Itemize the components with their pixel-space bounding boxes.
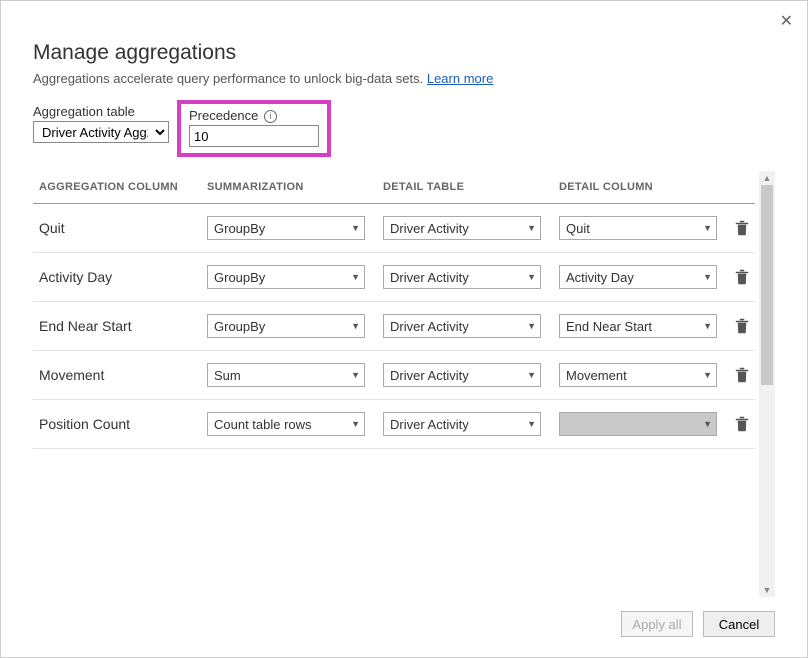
table-row: End Near StartGroupBy▼Driver Activity▼En… [33,302,755,351]
table-row: Activity DayGroupBy▼Driver Activity▼Acti… [33,253,755,302]
dialog-title: Manage aggregations [33,41,775,65]
precedence-highlight: Precedence i [177,100,331,157]
summarization-select-value: GroupBy [214,270,265,285]
close-icon[interactable]: ✕ [780,11,793,31]
chevron-down-icon: ▼ [703,419,712,429]
cancel-button[interactable]: Cancel [703,611,775,637]
chevron-down-icon: ▼ [703,321,712,331]
detail-column-select-value: Quit [566,221,590,236]
chevron-down-icon: ▼ [527,419,536,429]
detail-column-select-value: End Near Start [566,319,652,334]
scroll-down-icon[interactable]: ▼ [759,583,775,597]
precedence-label: Precedence i [189,108,319,123]
detail-column-select-value: Activity Day [566,270,634,285]
agg-column-name: Activity Day [33,253,201,302]
detail-column-select[interactable]: Activity Day ▼ [559,265,717,289]
detail-table-select-value: Driver Activity [390,270,469,285]
table-row: Position CountCount table rows▼Driver Ac… [33,400,755,449]
chevron-down-icon: ▼ [351,419,360,429]
detail-table-select-value: Driver Activity [390,319,469,334]
detail-column-select[interactable]: Quit ▼ [559,216,717,240]
chevron-down-icon: ▼ [703,272,712,282]
aggregations-table-area: AGGREGATION COLUMN SUMMARIZATION DETAIL … [33,171,775,597]
summarization-select[interactable]: GroupBy ▼ [207,314,365,338]
manage-aggregations-dialog: ✕ Manage aggregations Aggregations accel… [1,1,807,657]
scroll-up-icon[interactable]: ▲ [759,171,775,185]
aggregation-table-select[interactable]: Driver Activity Agg2 [33,121,169,143]
dialog-subtitle: Aggregations accelerate query performanc… [33,71,775,86]
summarization-select[interactable]: Sum ▼ [207,363,365,387]
agg-column-name: Movement [33,351,201,400]
chevron-down-icon: ▼ [351,321,360,331]
summarization-select-value: GroupBy [214,319,265,334]
header-detail-table: DETAIL TABLE [377,171,553,204]
chevron-down-icon: ▼ [351,272,360,282]
summarization-select[interactable]: Count table rows ▼ [207,412,365,436]
chevron-down-icon: ▼ [527,321,536,331]
delete-icon[interactable] [735,269,749,285]
summarization-select-value: GroupBy [214,221,265,236]
aggregations-table: AGGREGATION COLUMN SUMMARIZATION DETAIL … [33,171,755,449]
chevron-down-icon: ▼ [527,223,536,233]
header-agg-column: AGGREGATION COLUMN [33,171,201,204]
aggregation-table-label: Aggregation table [33,104,169,119]
detail-table-select-value: Driver Activity [390,368,469,383]
detail-table-select[interactable]: Driver Activity ▼ [383,216,541,240]
table-row: Movement Sum ▼ Driver Activity ▼ Movement ▼ [33,351,755,400]
delete-icon[interactable] [735,220,749,236]
summarization-select[interactable]: GroupBy ▼ [207,265,365,289]
summarization-select-value: Count table rows [214,417,312,432]
scroll-thumb[interactable] [761,185,773,385]
apply-all-button[interactable]: Apply all [621,611,693,637]
detail-table-select-value: Driver Activity [390,417,469,432]
delete-icon[interactable] [735,416,749,432]
detail-table-select[interactable]: Driver Activity ▼ [383,265,541,289]
chevron-down-icon: ▼ [351,370,360,380]
summarization-select[interactable]: GroupBy ▼ [207,216,365,240]
detail-column-select[interactable]: End Near Start ▼ [559,314,717,338]
chevron-down-icon: ▼ [527,272,536,282]
delete-icon[interactable] [735,318,749,334]
agg-column-name: Quit [33,204,201,253]
header-summarization: SUMMARIZATION [201,171,377,204]
controls-row: Aggregation table Driver Activity Agg2 P… [33,104,775,157]
detail-table-select[interactable]: Driver Activity ▼ [383,412,541,436]
subtitle-text: Aggregations accelerate query performanc… [33,71,427,86]
detail-table-select-value: Driver Activity [390,221,469,236]
chevron-down-icon: ▼ [703,223,712,233]
chevron-down-icon: ▼ [703,370,712,380]
detail-table-select[interactable]: Driver Activity ▼ [383,363,541,387]
learn-more-link[interactable]: Learn more [427,71,493,86]
dialog-footer: Apply all Cancel [33,597,775,637]
detail-column-select[interactable]: ▼ [559,412,717,436]
scrollbar[interactable]: ▲ ▼ [759,171,775,597]
delete-icon[interactable] [735,367,749,383]
detail-column-select-value: Movement [566,368,627,383]
detail-table-select[interactable]: Driver Activity ▼ [383,314,541,338]
header-detail-column: DETAIL COLUMN [553,171,729,204]
info-icon[interactable]: i [264,110,277,123]
summarization-select-value: Sum [214,368,241,383]
chevron-down-icon: ▼ [527,370,536,380]
agg-column-name: End Near Start [33,302,201,351]
detail-column-select[interactable]: Movement ▼ [559,363,717,387]
aggregation-table-group: Aggregation table Driver Activity Agg2 [33,104,169,143]
chevron-down-icon: ▼ [351,223,360,233]
precedence-input[interactable] [189,125,319,147]
agg-column-name: Position Count [33,400,201,449]
table-row: Quit GroupBy ▼ Driver Activity ▼ Quit ▼ [33,204,755,253]
